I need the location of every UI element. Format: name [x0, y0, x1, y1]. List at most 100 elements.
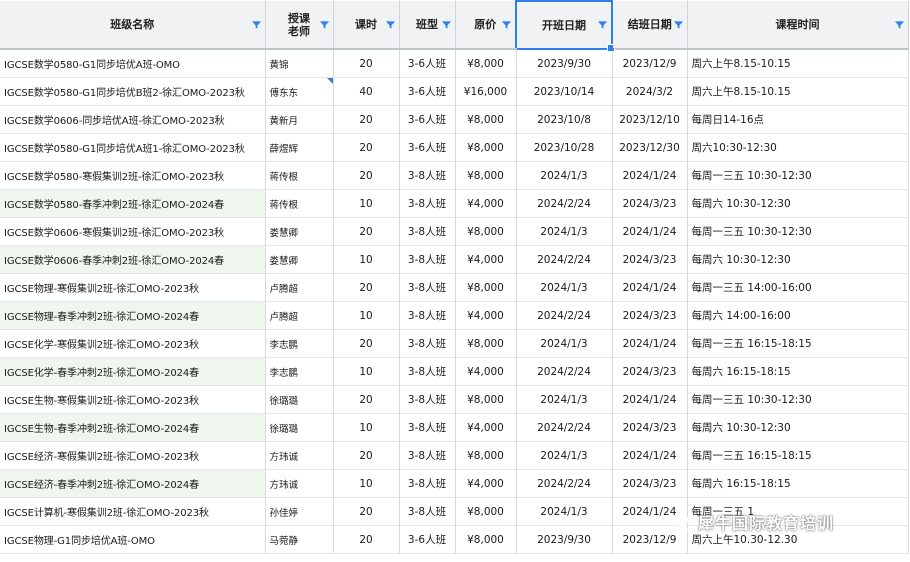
- table-row[interactable]: IGCSE经济-寒假集训2班-徐汇OMO-2023秋 方玮诚 20 3-8人班 ¥8,0…: [0, 441, 909, 470]
- cell-price[interactable]: ¥8,000: [455, 105, 517, 134]
- cell-hours[interactable]: 20: [333, 273, 400, 302]
- cell-schedule[interactable]: 每周一三五 10:30-12:30: [687, 161, 909, 190]
- filter-icon[interactable]: [441, 20, 451, 29]
- cell-class-type[interactable]: 3-8人班: [399, 441, 456, 470]
- table-row[interactable]: IGCSE生物-寒假集训2班-徐汇OMO-2023秋 徐璐璐 20 3-8人班 ¥8,0…: [0, 385, 909, 414]
- column-header-schedule[interactable]: 课程时间: [687, 1, 909, 50]
- cell-hours[interactable]: 10: [333, 301, 400, 330]
- table-row[interactable]: IGCSE化学-寒假集训2班-徐汇OMO-2023秋 李志鹏 20 3-8人班 ¥8,0…: [0, 329, 909, 358]
- cell-price[interactable]: ¥4,000: [455, 245, 517, 274]
- cell-class-name[interactable]: IGCSE数学0580-春季冲刺2班-徐汇OMO-2024春: [0, 189, 266, 218]
- comment-marker[interactable]: [326, 78, 332, 84]
- cell-class-name[interactable]: IGCSE数学0606-寒假集训2班-徐汇OMO-2023秋: [0, 217, 266, 246]
- cell-class-name[interactable]: IGCSE化学-寒假集训2班-徐汇OMO-2023秋: [0, 329, 266, 358]
- cell-price[interactable]: ¥8,000: [455, 441, 517, 470]
- cell-class-type[interactable]: 3-6人班: [399, 49, 456, 78]
- cell-end-date[interactable]: 2023/12/9: [612, 49, 688, 78]
- cell-schedule[interactable]: 每周一三五 10:30-12:30: [687, 385, 909, 414]
- cell-end-date[interactable]: 2024/1/24: [612, 329, 688, 358]
- cell-class-name[interactable]: IGCSE化学-春季冲刺2班-徐汇OMO-2024春: [0, 357, 266, 386]
- cell-class-name[interactable]: IGCSE数学0580-G1同步培优A班-OMO: [0, 49, 266, 78]
- cell-hours[interactable]: 20: [333, 161, 400, 190]
- table-row[interactable]: IGCSE数学0580-G1同步培优A班-OMO 黄锦 20 3-6人班 ¥8,000 2…: [0, 49, 909, 78]
- table-row[interactable]: IGCSE数学0580-寒假集训2班-徐汇OMO-2023秋 蒋传根 20 3-8人班…: [0, 161, 909, 190]
- cell-end-date[interactable]: 2024/1/24: [612, 441, 688, 470]
- cell-hours[interactable]: 20: [333, 105, 400, 134]
- cell-class-name[interactable]: IGCSE数学0580-G1同步培优A班1-徐汇OMO-2023秋: [0, 133, 266, 162]
- cell-hours[interactable]: 20: [333, 525, 400, 554]
- table-row[interactable]: IGCSE生物-春季冲刺2班-徐汇OMO-2024春 徐璐璐 10 3-8人班 ¥4,0…: [0, 413, 909, 442]
- cell-schedule[interactable]: 每周六 10:30-12:30: [687, 245, 909, 274]
- cell-start-date[interactable]: 2024/2/24: [516, 245, 613, 274]
- cell-price[interactable]: ¥4,000: [455, 357, 517, 386]
- table-row[interactable]: IGCSE数学0606-春季冲刺2班-徐汇OMO-2024春 娄慧卿 10 3-8人班…: [0, 245, 909, 274]
- cell-class-type[interactable]: 3-8人班: [399, 469, 456, 498]
- cell-class-type[interactable]: 3-8人班: [399, 189, 456, 218]
- cell-schedule[interactable]: 每周一三五 16:15-18:15: [687, 329, 909, 358]
- cell-start-date[interactable]: 2024/2/24: [516, 357, 613, 386]
- cell-end-date[interactable]: 2024/3/23: [612, 413, 688, 442]
- cell-end-date[interactable]: 2024/3/23: [612, 189, 688, 218]
- cell-start-date[interactable]: 2024/1/3: [516, 161, 613, 190]
- column-header-type[interactable]: 班型: [399, 1, 456, 50]
- cell-class-name[interactable]: IGCSE经济-春季冲刺2班-徐汇OMO-2024春: [0, 469, 266, 498]
- cell-price[interactable]: ¥4,000: [455, 469, 517, 498]
- cell-schedule[interactable]: 周六上午8.15-10.15: [687, 77, 909, 106]
- cell-hours[interactable]: 10: [333, 469, 400, 498]
- cell-schedule[interactable]: 每周六 10:30-12:30: [687, 189, 909, 218]
- cell-teacher[interactable]: 黄新月: [265, 105, 334, 134]
- filter-icon[interactable]: [385, 20, 395, 29]
- cell-price[interactable]: ¥8,000: [455, 497, 517, 526]
- table-row[interactable]: IGCSE物理-寒假集训2班-徐汇OMO-2023秋 卢腾超 20 3-8人班 ¥8,0…: [0, 273, 909, 302]
- cell-hours[interactable]: 10: [333, 189, 400, 218]
- cell-price[interactable]: ¥8,000: [455, 49, 517, 78]
- cell-schedule[interactable]: 每周六 10:30-12:30: [687, 413, 909, 442]
- cell-end-date[interactable]: 2024/3/23: [612, 357, 688, 386]
- cell-teacher[interactable]: 徐璐璐: [265, 413, 334, 442]
- cell-end-date[interactable]: 2024/1/24: [612, 217, 688, 246]
- cell-schedule[interactable]: 每周一三五 10:30-12:30: [687, 217, 909, 246]
- cell-end-date[interactable]: 2024/1/24: [612, 161, 688, 190]
- cell-start-date[interactable]: 2024/1/3: [516, 385, 613, 414]
- filter-icon[interactable]: [319, 20, 329, 29]
- cell-hours[interactable]: 20: [333, 385, 400, 414]
- cell-start-date[interactable]: 2024/1/3: [516, 217, 613, 246]
- table-row[interactable]: IGCSE数学0580-春季冲刺2班-徐汇OMO-2024春 蒋传根 10 3-8人班…: [0, 189, 909, 218]
- cell-start-date[interactable]: 2023/10/14: [516, 77, 613, 106]
- cell-price[interactable]: ¥8,000: [455, 385, 517, 414]
- cell-teacher[interactable]: 蒋传根: [265, 189, 334, 218]
- cell-start-date[interactable]: 2023/9/30: [516, 525, 613, 554]
- cell-teacher[interactable]: 黄锦: [265, 49, 334, 78]
- cell-schedule[interactable]: 每周一三五 16:15-18:15: [687, 441, 909, 470]
- cell-class-name[interactable]: IGCSE物理-G1同步培优A班-OMO: [0, 525, 266, 554]
- cell-end-date[interactable]: 2023/12/10: [612, 105, 688, 134]
- cell-teacher[interactable]: 娄慧卿: [265, 245, 334, 274]
- column-header-teacher[interactable]: 授课老师: [265, 1, 334, 50]
- cell-schedule[interactable]: 每周一三五 14:00-16:00: [687, 273, 909, 302]
- cell-hours[interactable]: 20: [333, 133, 400, 162]
- cell-class-type[interactable]: 3-6人班: [399, 133, 456, 162]
- cell-start-date[interactable]: 2024/1/3: [516, 329, 613, 358]
- cell-end-date[interactable]: 2023/12/30: [612, 133, 688, 162]
- cell-start-date[interactable]: 2024/1/3: [516, 441, 613, 470]
- cell-class-type[interactable]: 3-8人班: [399, 385, 456, 414]
- cell-schedule[interactable]: 每周六 16:15-18:15: [687, 357, 909, 386]
- cell-class-type[interactable]: 3-8人班: [399, 161, 456, 190]
- cell-price[interactable]: ¥8,000: [455, 161, 517, 190]
- cell-start-date[interactable]: 2023/10/8: [516, 105, 613, 134]
- cell-class-name[interactable]: IGCSE生物-寒假集训2班-徐汇OMO-2023秋: [0, 385, 266, 414]
- cell-end-date[interactable]: 2024/3/23: [612, 469, 688, 498]
- table-row[interactable]: IGCSE数学0606-寒假集训2班-徐汇OMO-2023秋 娄慧卿 20 3-8人班…: [0, 217, 909, 246]
- column-header-price[interactable]: 原价: [455, 1, 517, 50]
- cell-schedule[interactable]: 每周六 16:15-18:15: [687, 469, 909, 498]
- cell-end-date[interactable]: 2024/3/2: [612, 77, 688, 106]
- cell-class-name[interactable]: IGCSE计算机-寒假集训2班-徐汇OMO-2023秋: [0, 497, 266, 526]
- cell-teacher[interactable]: 李志鹏: [265, 329, 334, 358]
- cell-start-date[interactable]: 2024/2/24: [516, 189, 613, 218]
- cell-class-type[interactable]: 3-8人班: [399, 357, 456, 386]
- cell-price[interactable]: ¥8,000: [455, 133, 517, 162]
- cell-teacher[interactable]: 方玮诚: [265, 469, 334, 498]
- table-row[interactable]: IGCSE经济-春季冲刺2班-徐汇OMO-2024春 方玮诚 10 3-8人班 ¥4,0…: [0, 469, 909, 498]
- table-row[interactable]: IGCSE数学0606-同步培优A班-徐汇OMO-2023秋 黄新月 20 3-6人班…: [0, 105, 909, 134]
- cell-class-name[interactable]: IGCSE数学0606-春季冲刺2班-徐汇OMO-2024春: [0, 245, 266, 274]
